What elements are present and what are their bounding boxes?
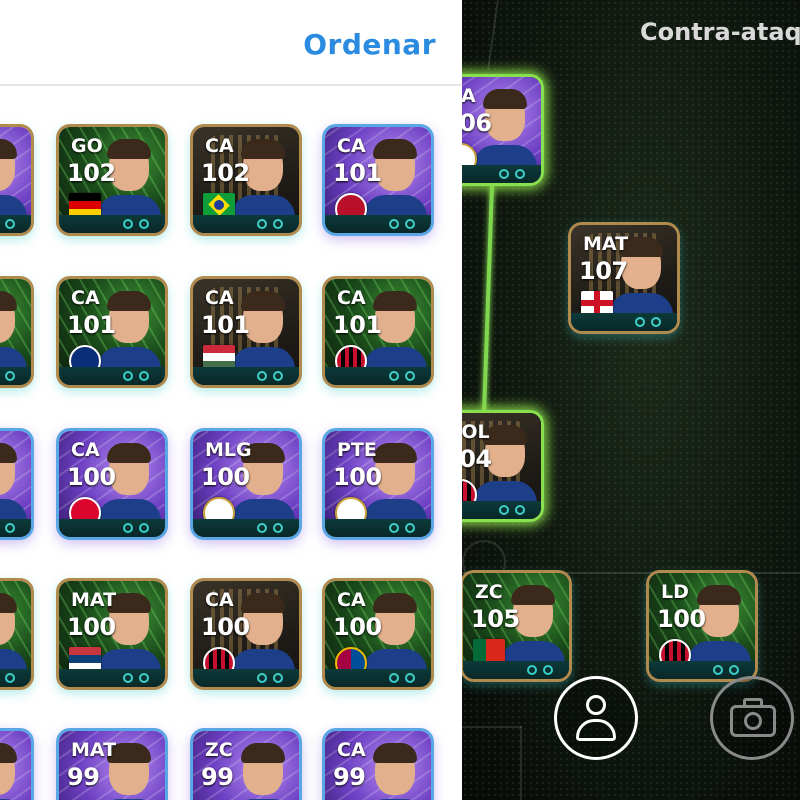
player-card[interactable]: ZC 99 <box>190 728 302 800</box>
player-card[interactable]: CA 99 <box>322 728 434 800</box>
player-card[interactable]: CA 101 <box>56 276 168 388</box>
player-card[interactable] <box>0 578 34 690</box>
player-position: CA <box>337 135 366 157</box>
card-skill-strip <box>0 669 31 687</box>
card-skill-strip <box>59 367 165 385</box>
player-position: GO <box>71 135 103 157</box>
player-rating: 101 <box>333 311 382 339</box>
screenshot-button[interactable] <box>710 676 794 760</box>
player-rating: 100 <box>657 605 706 633</box>
card-skill-strip <box>325 367 431 385</box>
player-position: CA <box>337 739 366 761</box>
header-divider <box>0 84 462 86</box>
player-position: MLG <box>205 439 252 461</box>
player-card[interactable] <box>0 124 34 236</box>
player-rating: 100 <box>67 463 116 491</box>
player-position: ZC <box>205 739 233 761</box>
pitch-line <box>462 726 522 728</box>
player-position: CA <box>71 439 100 461</box>
card-skill-strip <box>0 215 31 233</box>
player-card[interactable]: CA 100 <box>56 428 168 540</box>
card-skill-strip <box>59 519 165 537</box>
player-rating: 99 <box>67 763 100 791</box>
player-position: CA <box>205 589 234 611</box>
player-card[interactable]: GO 102 <box>56 124 168 236</box>
player-card[interactable]: PTE 100 <box>322 428 434 540</box>
player-portrait <box>0 741 27 800</box>
player-card[interactable] <box>0 276 34 388</box>
player-rating: 100 <box>201 613 250 641</box>
card-skill-strip <box>193 215 299 233</box>
player-rating: 102 <box>201 159 250 187</box>
card-skill-strip <box>0 519 31 537</box>
player-card[interactable]: CA 100 <box>190 578 302 690</box>
player-position: MAT <box>71 739 117 761</box>
player-rating: 99 <box>333 763 366 791</box>
player-list-panel: Ordenar GO 102 CA 102 CA 101 CA 101 CA 101 CA 101 CA… <box>0 0 462 800</box>
player-rating: 99 <box>201 763 234 791</box>
nation-flag-icon <box>69 193 101 217</box>
card-skill-strip <box>571 313 677 331</box>
player-card[interactable] <box>0 728 34 800</box>
card-skill-strip <box>325 669 431 687</box>
chemistry-link <box>482 186 494 414</box>
player-card[interactable]: MAT 107 <box>568 222 680 334</box>
player-rating: 101 <box>333 159 382 187</box>
card-skill-strip <box>325 519 431 537</box>
player-rating: 101 <box>201 311 250 339</box>
player-position: CA <box>337 589 366 611</box>
player-card[interactable]: MAT 100 <box>56 578 168 690</box>
player-position: MAT <box>583 233 629 255</box>
player-position: CA <box>71 287 100 309</box>
card-skill-strip <box>59 669 165 687</box>
player-rating: 105 <box>471 605 520 633</box>
player-portrait <box>363 741 427 800</box>
card-skill-strip <box>325 215 431 233</box>
sort-button[interactable]: Ordenar <box>303 28 436 61</box>
player-rating: 107 <box>579 257 628 285</box>
player-card[interactable]: CA 102 <box>190 124 302 236</box>
card-skill-strip <box>59 215 165 233</box>
pitch-line <box>520 726 522 800</box>
player-position: MAT <box>71 589 117 611</box>
player-portrait <box>231 741 295 800</box>
player-position: ZC <box>475 581 503 603</box>
card-skill-strip <box>193 519 299 537</box>
player-card[interactable]: CA 101 <box>190 276 302 388</box>
pitch-line <box>487 0 499 70</box>
formation-label: Contra-ataque <box>640 18 800 46</box>
nation-flag-icon <box>203 345 235 369</box>
player-rating: 100 <box>67 613 116 641</box>
player-card[interactable]: CA 101 <box>322 124 434 236</box>
player-position: CA <box>205 287 234 309</box>
player-position: LD <box>661 581 689 603</box>
player-rating: 102 <box>67 159 116 187</box>
nation-flag-icon <box>203 193 235 217</box>
player-card[interactable] <box>0 428 34 540</box>
player-card[interactable]: LD 100 <box>646 570 758 682</box>
player-rating: 100 <box>333 463 382 491</box>
player-card[interactable]: CA 101 <box>322 276 434 388</box>
player-card[interactable]: CA 100 <box>322 578 434 690</box>
player-card[interactable]: MLG 100 <box>190 428 302 540</box>
nation-flag-icon <box>581 291 613 315</box>
profile-button[interactable] <box>554 676 638 760</box>
nation-flag-icon <box>69 647 101 671</box>
player-position: CA <box>205 135 234 157</box>
player-rating: 101 <box>67 311 116 339</box>
player-position: CA <box>337 287 366 309</box>
player-rating: 100 <box>201 463 250 491</box>
card-skill-strip <box>0 367 31 385</box>
player-card[interactable]: MAT 99 <box>56 728 168 800</box>
card-skill-strip <box>649 661 755 679</box>
player-card[interactable]: ZC 105 <box>460 570 572 682</box>
nation-flag-icon <box>473 639 505 663</box>
card-skill-strip <box>193 367 299 385</box>
card-skill-strip <box>193 669 299 687</box>
player-position: PTE <box>337 439 377 461</box>
card-skill-strip <box>463 661 569 679</box>
player-rating: 100 <box>333 613 382 641</box>
